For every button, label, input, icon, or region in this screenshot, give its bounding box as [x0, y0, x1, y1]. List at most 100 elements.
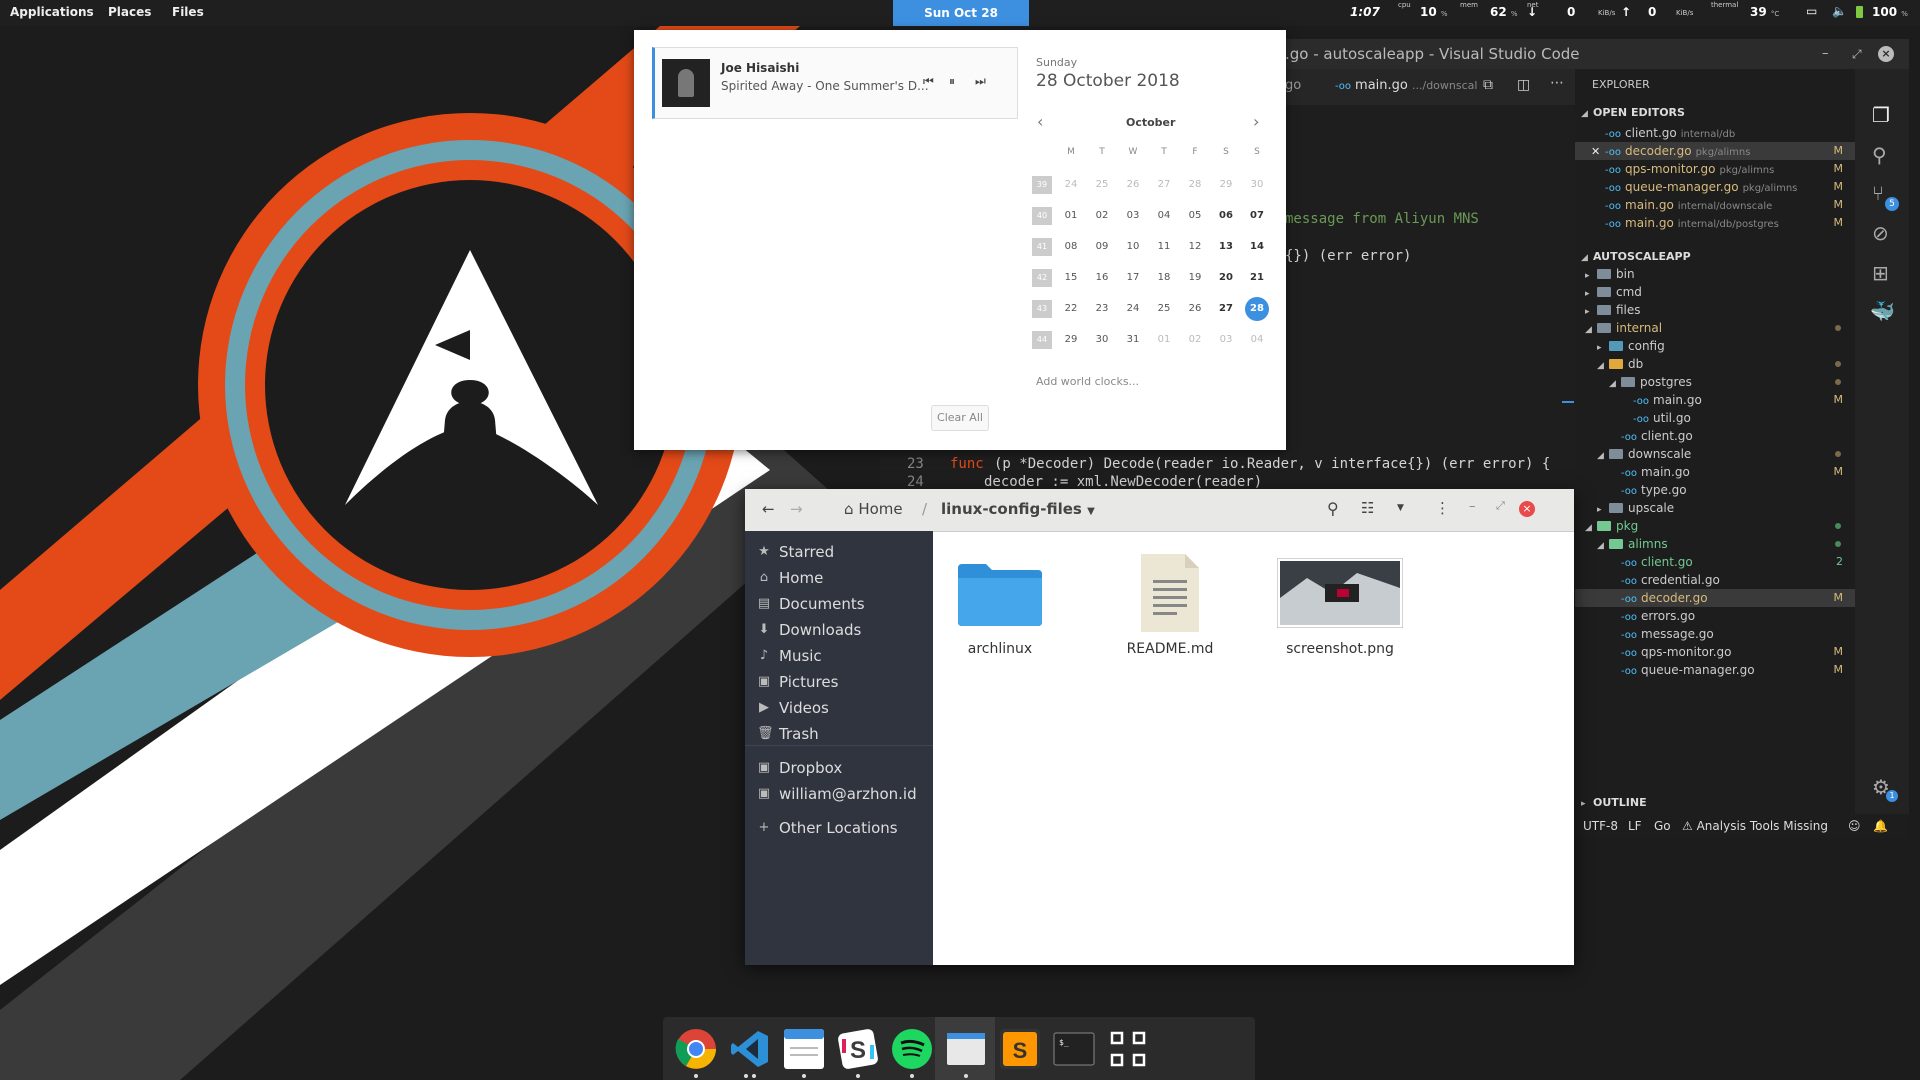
tree-folder[interactable]: ▸ bin: [1575, 265, 1855, 283]
calendar-day[interactable]: 31: [1121, 328, 1145, 352]
tree-folder[interactable]: ▸ files: [1575, 301, 1855, 319]
calendar-day[interactable]: 16: [1090, 266, 1114, 290]
calendar-day[interactable]: 25: [1090, 173, 1114, 197]
search-icon[interactable]: ⚲: [1327, 499, 1339, 518]
tab-go[interactable]: go: [1285, 78, 1301, 93]
calendar-day[interactable]: 02: [1090, 204, 1114, 228]
tree-folder[interactable]: ▸ config: [1575, 337, 1855, 355]
clock-button[interactable]: Sun Oct 28 18:58:45: [893, 0, 1029, 46]
calendar-day[interactable]: 24: [1059, 173, 1083, 197]
tree-file[interactable]: -oo queue-manager.go M: [1575, 661, 1855, 679]
sidebar-item-home[interactable]: ⌂ Home: [745, 564, 933, 592]
tree-file[interactable]: -oo qps-monitor.go M: [1575, 643, 1855, 661]
calendar-day[interactable]: 17: [1121, 266, 1145, 290]
sidebar-item-dropbox[interactable]: ▣ Dropbox: [745, 754, 933, 782]
close-editor-icon[interactable]: ✕: [1591, 143, 1605, 161]
feedback-icon[interactable]: ☺: [1848, 814, 1861, 838]
sublime-text-icon[interactable]: S: [998, 1027, 1042, 1071]
calendar-day[interactable]: 29: [1059, 328, 1083, 352]
calendar-day[interactable]: 28: [1183, 173, 1207, 197]
open-editor-item[interactable]: -oo qps-monitor.go pkg/alimns M: [1575, 160, 1855, 178]
menu-icon[interactable]: ⋮: [1435, 499, 1450, 517]
tree-folder[interactable]: ◢ downscale: [1575, 445, 1855, 463]
more-actions-icon[interactable]: ⋯: [1550, 75, 1564, 91]
volume-icon[interactable]: 🔈: [1832, 4, 1847, 18]
terminal-icon[interactable]: $_: [1052, 1027, 1096, 1071]
sidebar-item-documents[interactable]: ▤ Documents: [745, 590, 933, 618]
calendar-day[interactable]: 27: [1152, 173, 1176, 197]
outline-header[interactable]: ▸ OUTLINE: [1575, 792, 1855, 814]
path-home-button[interactable]: ⌂ Home: [844, 500, 903, 518]
tree-file[interactable]: -oo main.go M: [1575, 391, 1855, 409]
clear-all-button[interactable]: Clear All: [931, 405, 989, 431]
calendar-day[interactable]: 07: [1245, 204, 1269, 228]
sidebar-item-videos[interactable]: ▶ Videos: [745, 694, 933, 722]
calendar-day[interactable]: 08: [1059, 235, 1083, 259]
tab-main-go[interactable]: -oo main.go .../downscal: [1335, 78, 1477, 93]
file-item[interactable]: README.md: [1105, 551, 1235, 661]
tree-file[interactable]: -oo type.go: [1575, 481, 1855, 499]
tree-file[interactable]: -oo client.go 2: [1575, 553, 1855, 571]
calendar-day[interactable]: 28: [1245, 297, 1269, 321]
maximize-button[interactable]: ⤢: [1496, 499, 1505, 513]
world-clocks-link[interactable]: Add world clocks...: [1036, 375, 1139, 388]
tree-folder[interactable]: ◢ postgres: [1575, 373, 1855, 391]
sidebar-item-music[interactable]: ♪ Music: [745, 642, 933, 670]
screen-icon[interactable]: ▭: [1806, 4, 1817, 18]
source-control-icon[interactable]: ⑂: [1872, 181, 1884, 205]
calendar-day[interactable]: 11: [1152, 235, 1176, 259]
calendar-day[interactable]: 26: [1121, 173, 1145, 197]
docker-icon[interactable]: 🐳: [1870, 299, 1895, 323]
slack-icon[interactable]: S: [836, 1027, 880, 1071]
previous-month-icon[interactable]: ‹: [1037, 112, 1043, 131]
path-current-button[interactable]: linux-config-files ▼: [941, 500, 1095, 518]
calendar-day[interactable]: 05: [1183, 204, 1207, 228]
calendar-day[interactable]: 21: [1245, 266, 1269, 290]
tree-folder[interactable]: ◢ internal: [1575, 319, 1855, 337]
tree-folder[interactable]: ◢ pkg: [1575, 517, 1855, 535]
calendar-day[interactable]: 01: [1152, 328, 1176, 352]
file-item[interactable]: archlinux: [935, 551, 1065, 661]
files-app-icon[interactable]: [944, 1027, 988, 1071]
maximize-button[interactable]: ⤢: [1852, 39, 1862, 69]
app-grid-icon[interactable]: [1106, 1027, 1150, 1071]
status-analysis[interactable]: ⚠ Analysis Tools Missing: [1682, 814, 1828, 838]
calendar-day[interactable]: 09: [1090, 235, 1114, 259]
status-encoding[interactable]: UTF-8: [1583, 814, 1618, 838]
calendar-day[interactable]: 03: [1214, 328, 1238, 352]
open-editor-item[interactable]: ✕ -oo decoder.go pkg/alimns M: [1575, 142, 1855, 160]
sidebar-item-account[interactable]: ▣ william@arzhon.id: [745, 780, 933, 808]
calendar-day[interactable]: 18: [1152, 266, 1176, 290]
calendar-day[interactable]: 01: [1059, 204, 1083, 228]
calendar-day[interactable]: 13: [1214, 235, 1238, 259]
close-button[interactable]: ×: [1519, 501, 1535, 517]
tree-file[interactable]: -oo credential.go: [1575, 571, 1855, 589]
previous-track-icon[interactable]: ⏮: [923, 74, 934, 89]
calendar-day[interactable]: 25: [1152, 297, 1176, 321]
menu-applications[interactable]: Applications: [10, 5, 94, 19]
calendar-day[interactable]: 15: [1059, 266, 1083, 290]
tree-file[interactable]: -oo decoder.go M: [1575, 589, 1855, 607]
menu-files[interactable]: Files: [172, 5, 204, 19]
calendar-day[interactable]: 06: [1214, 204, 1238, 228]
calendar-day[interactable]: 22: [1059, 297, 1083, 321]
open-changes-icon[interactable]: ⧉: [1483, 77, 1493, 93]
files-icon[interactable]: ❐: [1872, 103, 1890, 127]
minimize-button[interactable]: –: [1469, 499, 1476, 514]
calendar-day[interactable]: 10: [1121, 235, 1145, 259]
next-track-icon[interactable]: ⏭: [975, 74, 986, 89]
calendar-day[interactable]: 27: [1214, 297, 1238, 321]
calendar-day[interactable]: 04: [1152, 204, 1176, 228]
sidebar-item-other-locations[interactable]: + Other Locations: [745, 814, 933, 842]
tree-file[interactable]: -oo message.go: [1575, 625, 1855, 643]
notes-app-icon[interactable]: [782, 1027, 826, 1071]
status-eol[interactable]: LF: [1628, 814, 1642, 838]
tree-file[interactable]: -oo errors.go: [1575, 607, 1855, 625]
calendar-day[interactable]: 26: [1183, 297, 1207, 321]
vscode-icon[interactable]: [728, 1027, 772, 1071]
file-item[interactable]: screenshot.png: [1275, 551, 1405, 661]
close-button[interactable]: ×: [1878, 46, 1894, 62]
open-editor-item[interactable]: -oo client.go internal/db: [1575, 124, 1855, 142]
tree-file[interactable]: -oo main.go M: [1575, 463, 1855, 481]
notifications-icon[interactable]: 🔔: [1873, 814, 1888, 838]
